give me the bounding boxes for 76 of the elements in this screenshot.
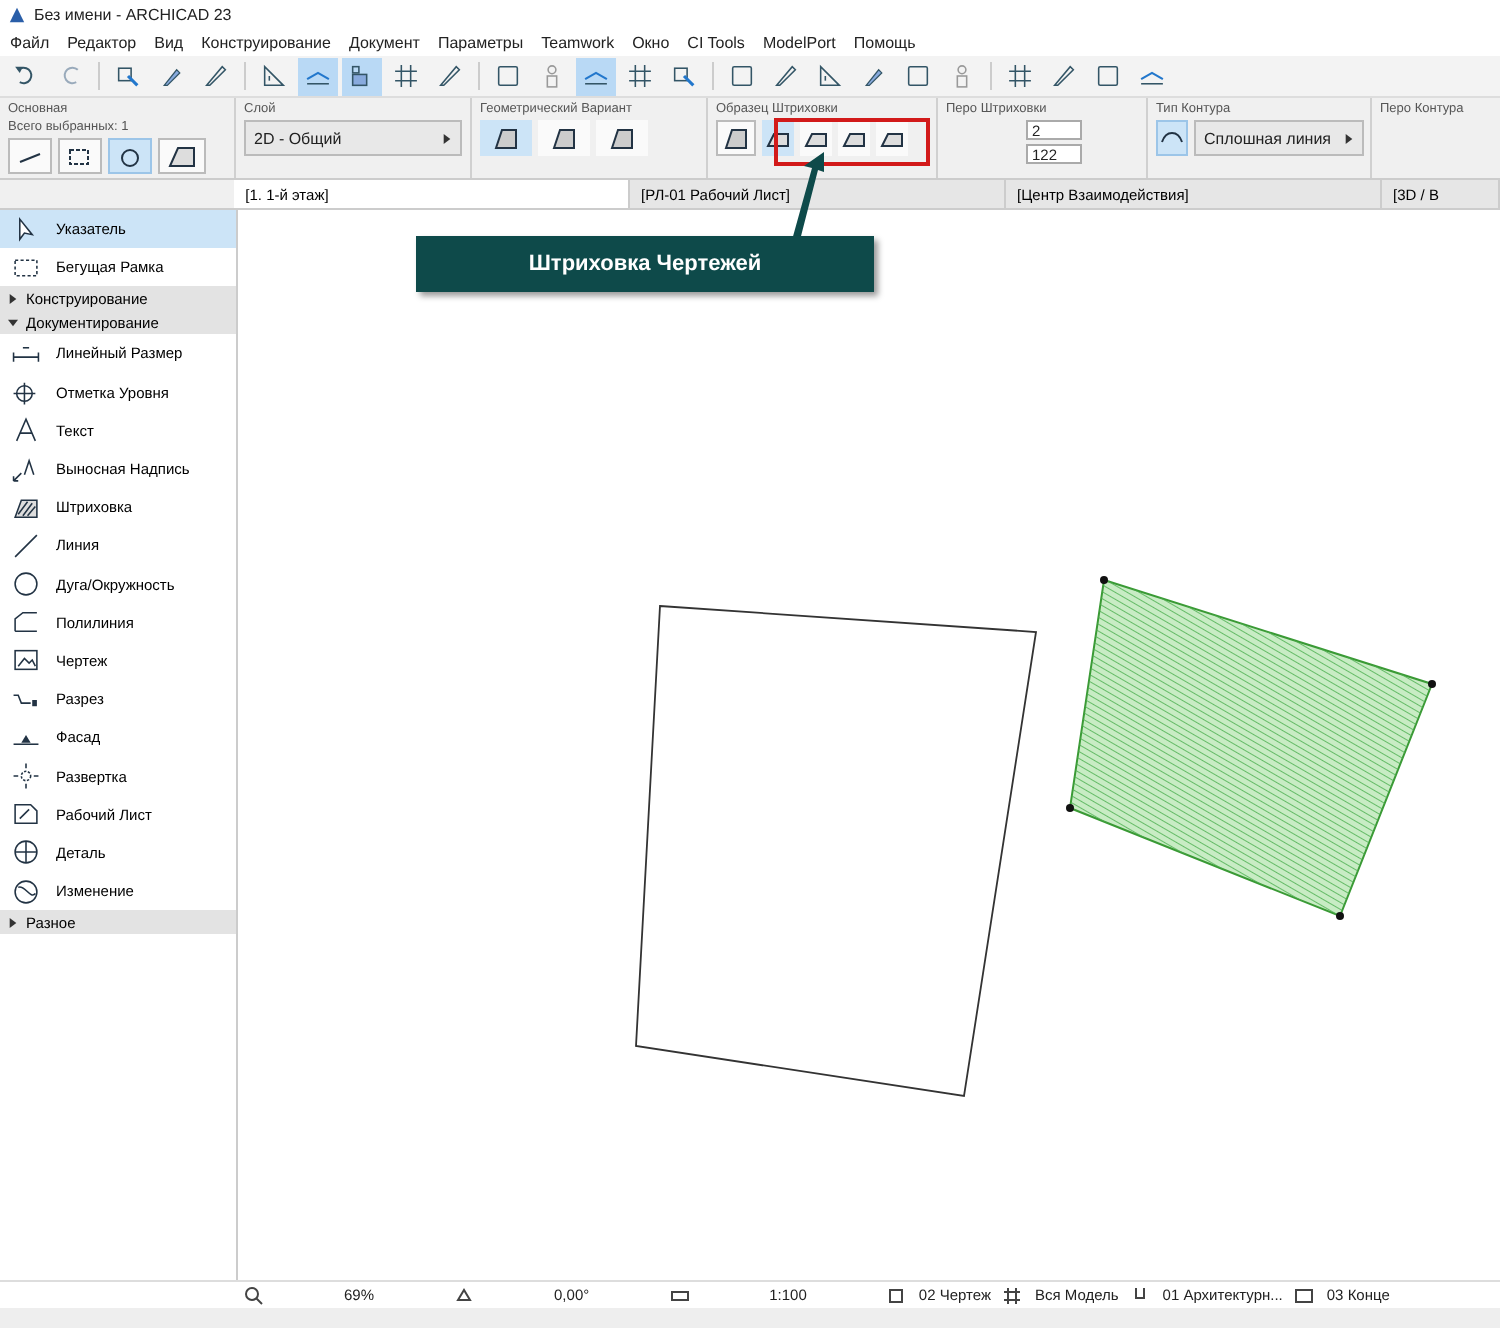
toolbar-button[interactable] <box>298 57 338 95</box>
window-title: Без имени - ARCHICAD 23 <box>34 5 232 23</box>
pen-icon <box>202 62 230 90</box>
detail-icon <box>12 838 40 867</box>
element-button[interactable] <box>58 138 102 174</box>
caret-icon <box>442 133 452 143</box>
pen-icon[interactable] <box>1130 1285 1151 1305</box>
menu-item[interactable]: Помощь <box>853 33 916 51</box>
geometry-option[interactable] <box>480 120 532 156</box>
selection-icon <box>670 62 698 90</box>
caret-icon <box>8 917 18 928</box>
pattern-button[interactable] <box>716 120 756 156</box>
layer-dropdown[interactable]: 2D - Общий <box>244 120 462 156</box>
hatch-tool-button[interactable] <box>158 138 206 174</box>
geometry-option[interactable] <box>538 120 590 156</box>
toolbar-button[interactable] <box>576 57 616 95</box>
triangle-icon <box>816 62 844 90</box>
menu-item[interactable]: Вид <box>154 33 184 51</box>
dimension-icon[interactable] <box>1294 1285 1315 1305</box>
toolbar-button[interactable] <box>342 57 382 95</box>
menu-item[interactable]: CI Tools <box>687 33 745 51</box>
label-icon <box>12 455 40 484</box>
zoom-icon[interactable] <box>244 1285 264 1305</box>
pen-icon <box>436 62 464 90</box>
pen-icon <box>1050 62 1078 90</box>
app-icon <box>8 5 26 23</box>
square-icon <box>728 62 756 90</box>
geometry-option[interactable] <box>596 120 648 156</box>
layers-icon[interactable] <box>886 1285 907 1305</box>
sheet-icon <box>12 800 40 829</box>
polyline-icon <box>12 608 40 637</box>
menu-item[interactable]: Параметры <box>437 33 524 51</box>
square-icon <box>1094 62 1122 90</box>
caret-icon <box>8 317 18 328</box>
circle-icon <box>12 570 40 599</box>
crosshair-icon <box>12 762 40 791</box>
grid-icon[interactable] <box>1002 1285 1023 1305</box>
rotate-icon[interactable] <box>454 1285 475 1305</box>
ruler-icon[interactable] <box>669 1285 690 1305</box>
line-icon <box>12 531 40 560</box>
pattern-option[interactable] <box>838 120 870 156</box>
caret-icon <box>1343 133 1354 143</box>
grid-icon <box>392 62 420 90</box>
square-icon <box>904 62 932 90</box>
hatch-icon <box>168 142 196 170</box>
menu-item[interactable]: Редактор <box>67 33 137 51</box>
grid-icon <box>1006 62 1034 90</box>
menu-item[interactable]: Файл <box>10 33 50 51</box>
caret-icon <box>8 293 18 304</box>
letter-icon <box>12 416 40 445</box>
line-type-dropdown[interactable]: Сплошная линия <box>1194 120 1364 156</box>
callout-label: Штриховка Чертежей <box>416 236 874 292</box>
hatch-icon <box>608 124 636 152</box>
hatch-icon <box>12 493 40 522</box>
selection-icon <box>114 62 142 90</box>
menu-item[interactable]: Конструирование <box>201 33 331 51</box>
menu-item[interactable]: ModelPort <box>762 33 836 51</box>
hatch-icon <box>492 124 520 152</box>
menu-item[interactable]: Окно <box>632 33 670 51</box>
triangle-icon <box>260 62 288 90</box>
picture-icon <box>12 646 40 675</box>
dashed-rectangle-icon <box>12 253 40 282</box>
pattern-option[interactable] <box>800 120 832 156</box>
hatch-icon <box>722 124 750 152</box>
square-icon <box>494 62 522 90</box>
revision-icon <box>12 877 40 906</box>
contour-button[interactable] <box>1156 120 1188 156</box>
rotate-button[interactable] <box>108 138 152 174</box>
menu-item[interactable]: Документ <box>348 33 420 51</box>
pen-icon <box>772 62 800 90</box>
grid-icon <box>626 62 654 90</box>
hatch-icon <box>550 124 578 152</box>
element-button[interactable] <box>8 138 52 174</box>
level-marker-icon <box>12 378 40 407</box>
menu-item[interactable]: Teamwork <box>541 33 615 51</box>
pattern-option[interactable] <box>876 120 908 156</box>
